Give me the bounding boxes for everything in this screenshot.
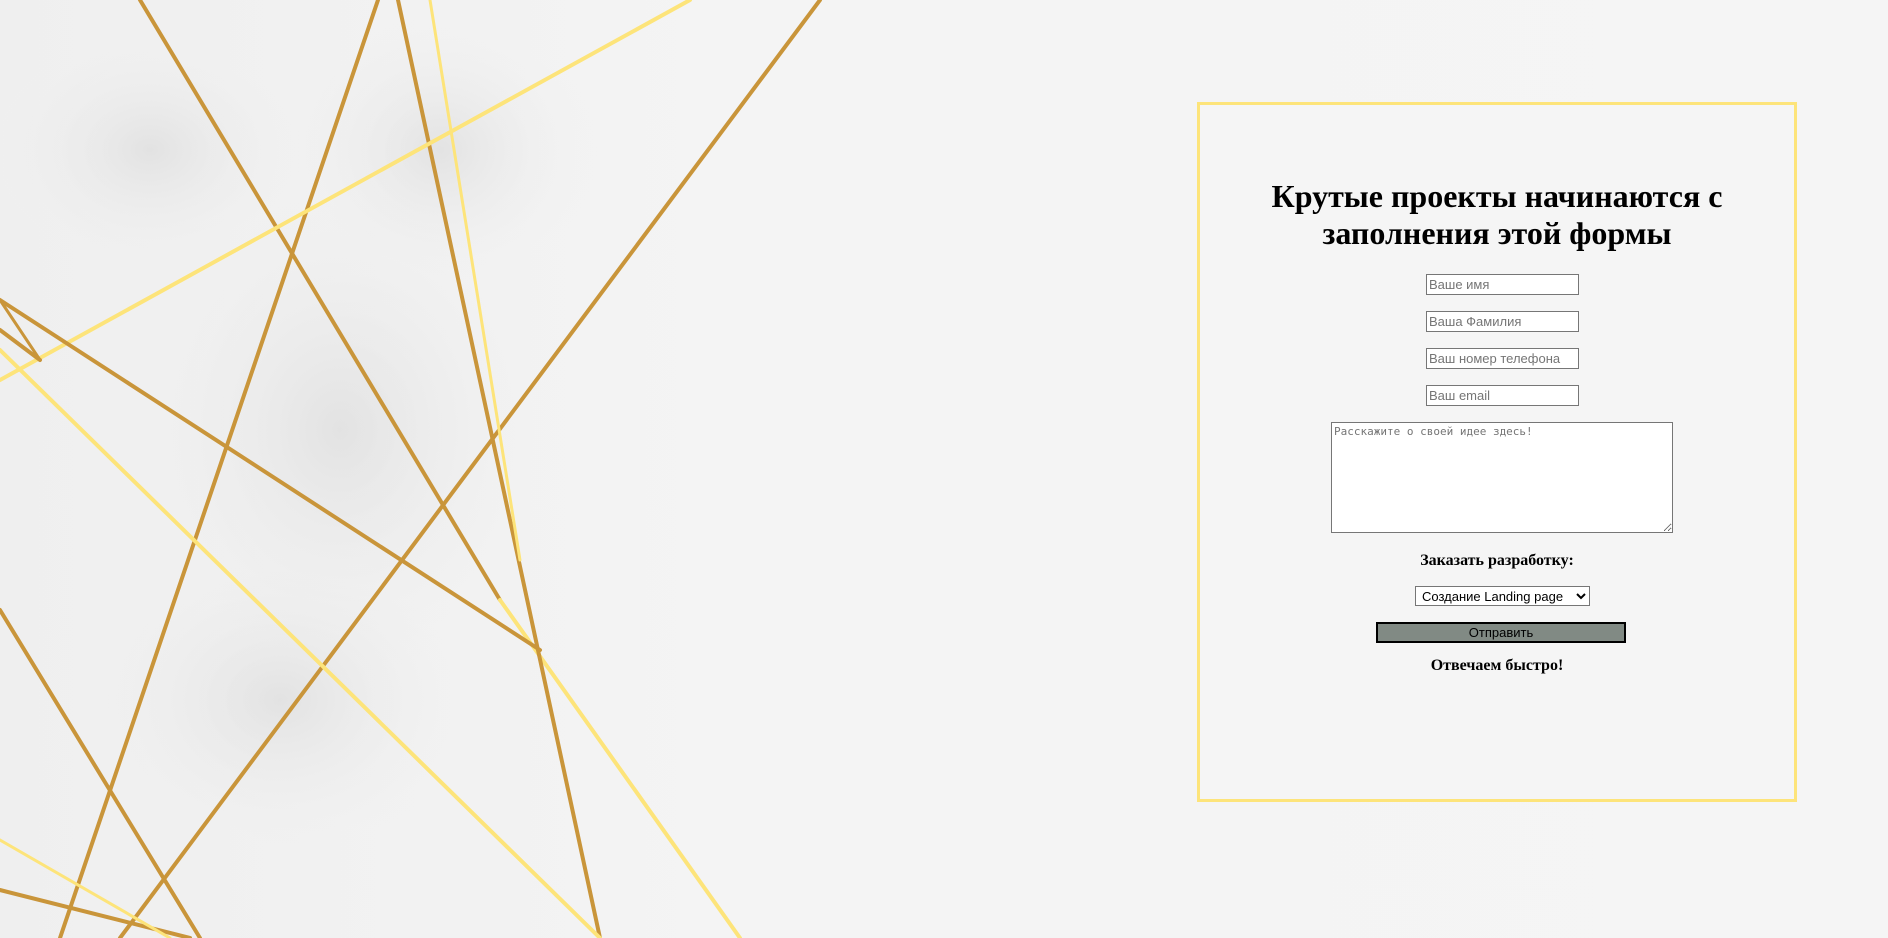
email-input[interactable] xyxy=(1426,385,1579,406)
contact-form-card: Крутые проекты начинаются с заполнения э… xyxy=(1197,102,1797,802)
submit-button[interactable]: Отправить xyxy=(1376,622,1626,643)
phone-input[interactable] xyxy=(1426,348,1579,369)
gold-line xyxy=(0,888,192,938)
gold-line xyxy=(0,838,172,938)
order-label: Заказать разработку: xyxy=(1420,552,1574,569)
page: Крутые проекты начинаются с заполнения э… xyxy=(0,0,1888,938)
idea-textarea[interactable] xyxy=(1331,422,1673,533)
fast-reply-note: Отвечаем быстро! xyxy=(1430,657,1564,674)
gold-line xyxy=(0,298,42,362)
service-select[interactable]: Создание Landing page xyxy=(1415,586,1590,606)
form-title: Крутые проекты начинаются с заполнения э… xyxy=(1271,178,1723,251)
name-input[interactable] xyxy=(1426,274,1579,295)
gold-line xyxy=(498,598,742,938)
surname-input[interactable] xyxy=(1426,311,1579,332)
